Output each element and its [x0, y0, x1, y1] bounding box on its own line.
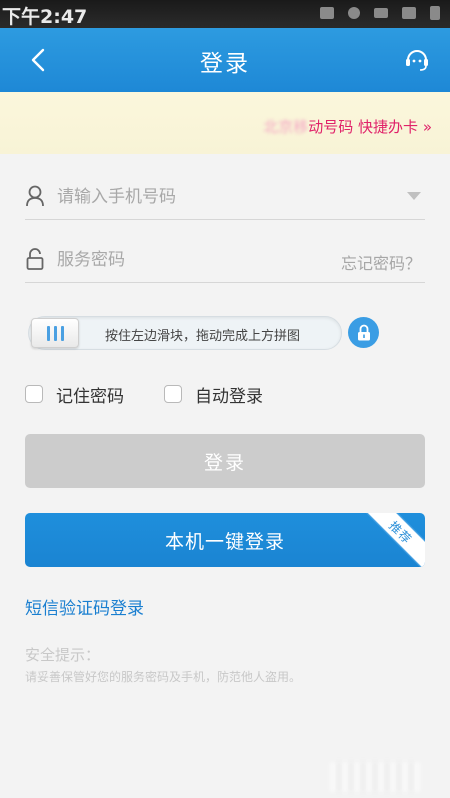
alarm-icon	[348, 7, 360, 19]
page-title: 登录	[200, 51, 250, 77]
account-dropdown-icon[interactable]	[407, 192, 421, 200]
password-field: 忘记密码？	[25, 239, 425, 283]
remember-password-label: 记住密码	[56, 386, 124, 407]
promo-banner: 北京移动号码 快捷办卡 »	[0, 92, 450, 154]
wifi-icon	[374, 8, 388, 18]
one-key-login-label: 本机一键登录	[164, 530, 285, 553]
quick-card-link[interactable]: 北京移动号码 快捷办卡 »	[263, 116, 432, 137]
slider-grip-icon	[46, 325, 50, 341]
customer-service-button[interactable]	[400, 42, 434, 76]
security-tip-title: 安全提示：	[25, 646, 101, 664]
auto-login-label: 自动登录	[195, 386, 263, 407]
auto-login-checkbox[interactable]	[164, 385, 182, 403]
app-header: 登录	[0, 28, 450, 92]
login-button[interactable]: 登录	[25, 434, 425, 488]
battery-icon	[430, 6, 440, 20]
promo-prefix: 北京移	[263, 118, 309, 136]
status-icons	[320, 6, 440, 20]
signal-icon	[402, 7, 416, 19]
double-chevron-icon: »	[422, 118, 432, 136]
captcha-slider[interactable]: 按住左边滑块，拖动完成上方拼图	[28, 316, 342, 350]
remember-password-option[interactable]: 记住密码	[25, 382, 124, 407]
security-tip-text: 请妥善保管好您的服务密码及手机，防范他人盗用。	[25, 670, 302, 684]
remember-password-checkbox[interactable]	[25, 385, 43, 403]
forgot-password-link[interactable]: 忘记密码？	[341, 250, 421, 274]
captcha-lock-button[interactable]	[348, 317, 379, 348]
promo-text: 动号码 快捷办卡	[308, 118, 419, 136]
slider-hint: 按住左边滑块，拖动完成上方拼图	[105, 329, 301, 344]
one-key-login-button[interactable]: 本机一键登录 推荐	[25, 513, 425, 567]
slider-grip-icon	[60, 325, 64, 341]
sms-login-link[interactable]: 短信验证码登录	[25, 594, 144, 619]
slider-grip-icon	[53, 325, 57, 341]
watermark	[330, 762, 420, 792]
password-input[interactable]	[57, 245, 357, 275]
status-time: 下午2:47	[2, 6, 88, 28]
status-indicator-icon	[320, 7, 334, 19]
customer-service-icon	[406, 50, 428, 71]
phone-input[interactable]	[57, 182, 357, 212]
padlock-icon	[357, 324, 370, 341]
auto-login-option[interactable]: 自动登录	[164, 382, 263, 407]
person-icon	[26, 185, 44, 207]
slider-handle[interactable]	[31, 318, 79, 348]
recommend-badge: 推荐	[359, 513, 425, 567]
phone-field	[25, 176, 425, 220]
status-bar: 下午2:47	[0, 0, 450, 28]
lock-icon	[26, 248, 44, 270]
